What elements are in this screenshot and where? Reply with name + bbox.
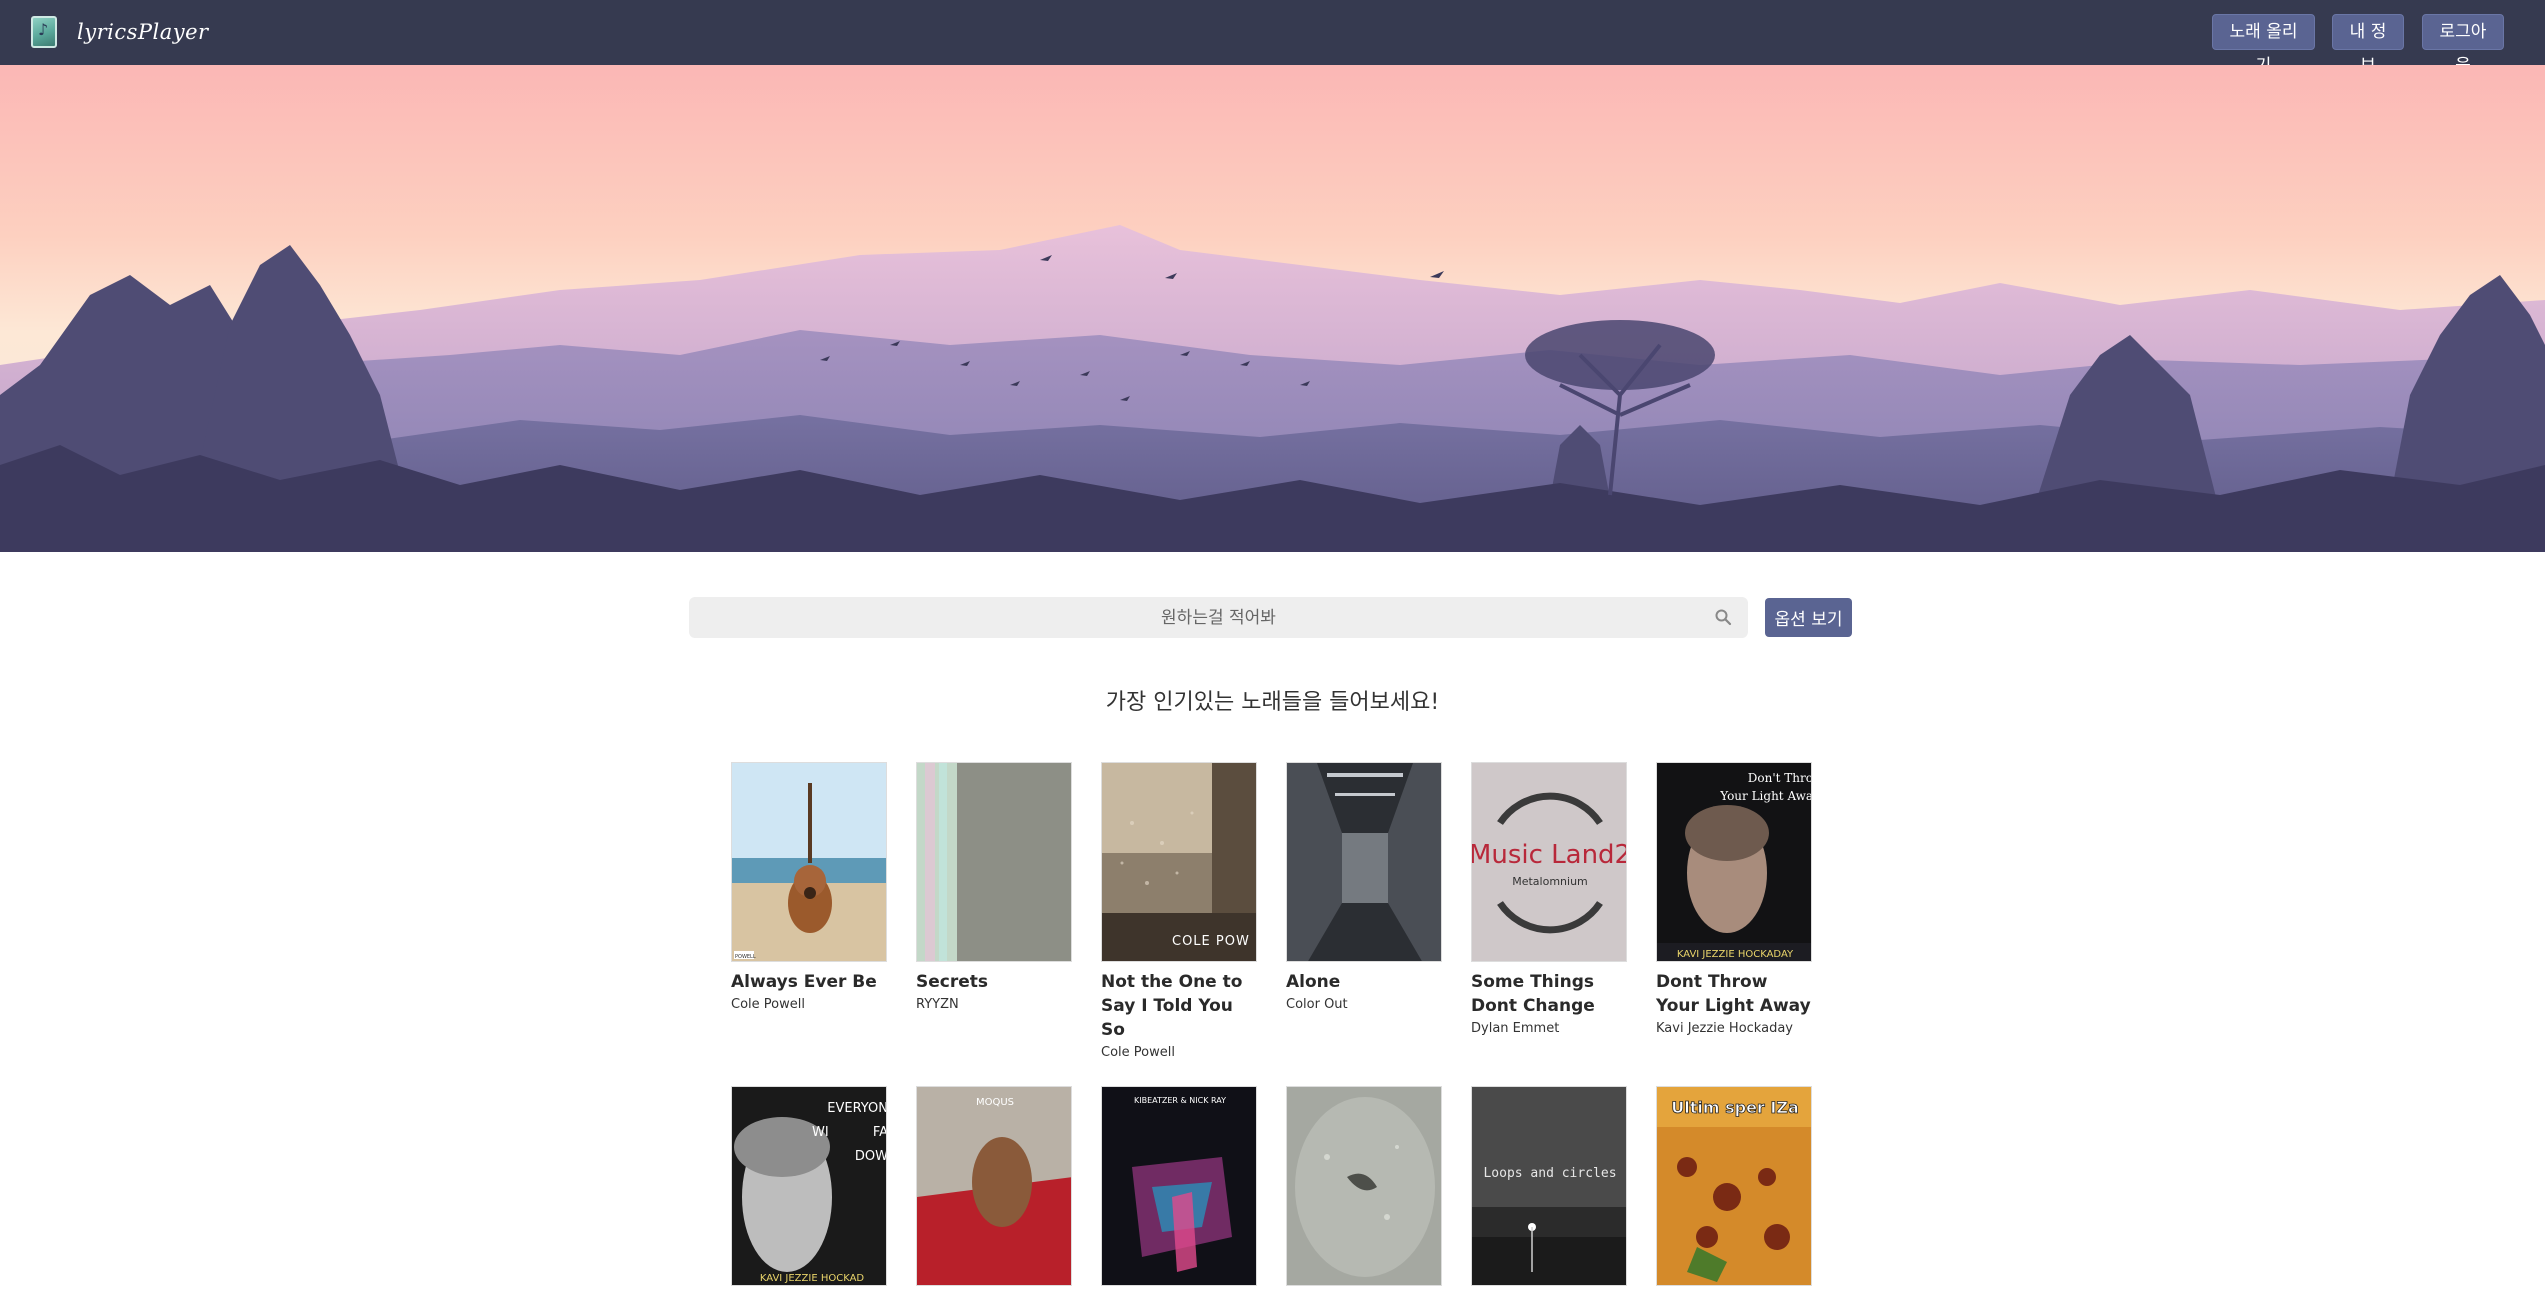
cover-subtext: KAVI JEZZIE HOCKADAY xyxy=(1677,949,1794,960)
song-title[interactable]: Some Things Dont Change xyxy=(1471,970,1627,1018)
album-cover-image[interactable] xyxy=(916,762,1072,962)
album-cover-image[interactable]: KIBEATZER & NICK RAY xyxy=(1101,1086,1257,1286)
song-title[interactable]: Not the One to Say I Told You So xyxy=(1101,970,1257,1042)
song-title[interactable]: Alone xyxy=(1286,970,1442,994)
song-card[interactable]: Alone Color Out xyxy=(1286,762,1442,1014)
app-logo-icon xyxy=(31,16,57,48)
cover-text: Music Land2 xyxy=(1472,840,1627,870)
cover-text: POWELL xyxy=(735,954,756,960)
song-card[interactable]: Music Land2 Metalomnium Some Things Dont… xyxy=(1471,762,1627,1038)
app-title: lyricsPlayer xyxy=(77,20,209,44)
song-artist[interactable]: Kavi Jezzie Hockaday xyxy=(1656,1020,1812,1038)
song-card[interactable]: COLE POW Not the One to Say I Told You S… xyxy=(1101,762,1257,1062)
my-info-button[interactable]: 내 정보 xyxy=(2332,14,2404,76)
album-cover-image[interactable]: POWELL xyxy=(731,762,887,962)
album-cover-image[interactable]: Music Land2 Metalomnium xyxy=(1471,762,1627,962)
navbar: lyricsPlayer 노래 올리기 내 정보 로그아웃 xyxy=(0,0,2545,76)
song-card[interactable]: Secrets RYYZN xyxy=(916,762,1072,1014)
song-artist[interactable]: Cole Powell xyxy=(731,996,887,1014)
cover-text: EVERYON WI FA DOW xyxy=(812,1101,887,1164)
cover-text: KIBEATZER & NICK RAY xyxy=(1134,1096,1226,1105)
cover-text: Loops and circles xyxy=(1483,1166,1616,1181)
song-card[interactable]: EVERYON WI FA DOW KAVI JEZZIE HOCKAD xyxy=(731,1086,887,1286)
popular-songs-heading: 가장 인기있는 노래들을 들어보세요! xyxy=(1105,690,1440,715)
song-card[interactable] xyxy=(1286,1086,1442,1286)
album-cover-image[interactable] xyxy=(1286,762,1442,962)
search-input[interactable] xyxy=(689,597,1748,638)
cover-subtext: Metalomnium xyxy=(1512,875,1588,888)
album-cover-image[interactable]: COLE POW xyxy=(1101,762,1257,962)
song-card[interactable]: KIBEATZER & NICK RAY xyxy=(1101,1086,1257,1286)
cover-text: Ultim sper IZa xyxy=(1671,1098,1799,1117)
album-cover-image[interactable]: Loops and circles xyxy=(1471,1086,1627,1286)
brand-link[interactable]: lyricsPlayer xyxy=(31,15,209,49)
song-artist[interactable]: Color Out xyxy=(1286,996,1442,1014)
hero-landscape-image xyxy=(0,65,2545,552)
song-card[interactable]: POWELL Always Ever Be Cole Powell xyxy=(731,762,887,1014)
album-cover-image[interactable]: Ultim sper IZa xyxy=(1656,1086,1812,1286)
album-cover-image[interactable]: Don't Thro Your Light Awa KAVI JEZZIE HO… xyxy=(1656,762,1812,962)
song-title[interactable]: Dont Throw Your Light Away xyxy=(1656,970,1812,1018)
cover-subtext: KAVI JEZZIE HOCKAD xyxy=(760,1273,865,1284)
song-title[interactable]: Secrets xyxy=(916,970,1072,994)
song-card[interactable]: Don't Thro Your Light Awa KAVI JEZZIE HO… xyxy=(1656,762,1812,1038)
upload-song-button[interactable]: 노래 올리기 xyxy=(2212,14,2315,76)
song-card[interactable]: MOQUS xyxy=(916,1086,1072,1286)
cover-text: MOQUS xyxy=(976,1097,1014,1108)
song-artist[interactable]: Cole Powell xyxy=(1101,1044,1257,1062)
song-title[interactable]: Always Ever Be xyxy=(731,970,887,994)
song-artist[interactable]: Dylan Emmet xyxy=(1471,1020,1627,1038)
search-box xyxy=(689,597,1748,638)
search-icon[interactable] xyxy=(1714,608,1732,626)
album-cover-image[interactable]: MOQUS xyxy=(916,1086,1072,1286)
cover-text: COLE POW xyxy=(1172,934,1250,949)
album-cover-image[interactable] xyxy=(1286,1086,1442,1286)
logout-button[interactable]: 로그아웃 xyxy=(2422,14,2504,76)
song-card[interactable]: Loops and circles xyxy=(1471,1086,1627,1286)
hero-banner xyxy=(0,65,2545,552)
cover-text: Don't Thro Your Light Awa xyxy=(1720,771,1812,803)
show-options-button[interactable]: 옵션 보기 xyxy=(1765,598,1852,637)
song-artist[interactable]: RYYZN xyxy=(916,996,1072,1014)
song-card[interactable]: Ultim sper IZa xyxy=(1656,1086,1812,1286)
album-cover-image[interactable]: EVERYON WI FA DOW KAVI JEZZIE HOCKAD xyxy=(731,1086,887,1286)
